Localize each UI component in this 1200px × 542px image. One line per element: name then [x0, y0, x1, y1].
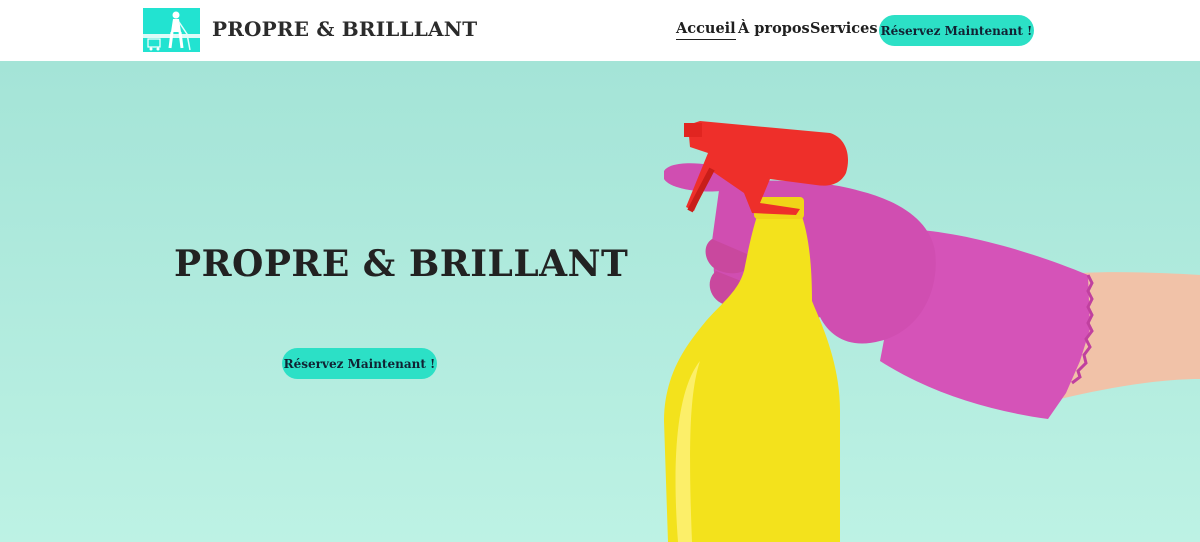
hero-section: PROPRE & BRILLANT Réservez Maintenant ! — [0, 61, 1200, 542]
spray-bottle-glove-photo — [664, 121, 1200, 542]
hero-title: PROPRE & BRILLANT — [174, 243, 629, 285]
site-header: PROPRE & BRILLLANT Accueil À propos Serv… — [0, 0, 1200, 61]
nav-link-about[interactable]: À propos — [738, 20, 810, 37]
nav-link-services[interactable]: Services — [810, 20, 878, 37]
book-now-nav-button[interactable]: Réservez Maintenant ! — [879, 15, 1034, 46]
nav-link-home[interactable]: Accueil — [676, 20, 736, 40]
main-navigation: Accueil À propos Services Réservez Maint… — [0, 0, 1200, 61]
book-now-hero-button[interactable]: Réservez Maintenant ! — [282, 348, 437, 379]
